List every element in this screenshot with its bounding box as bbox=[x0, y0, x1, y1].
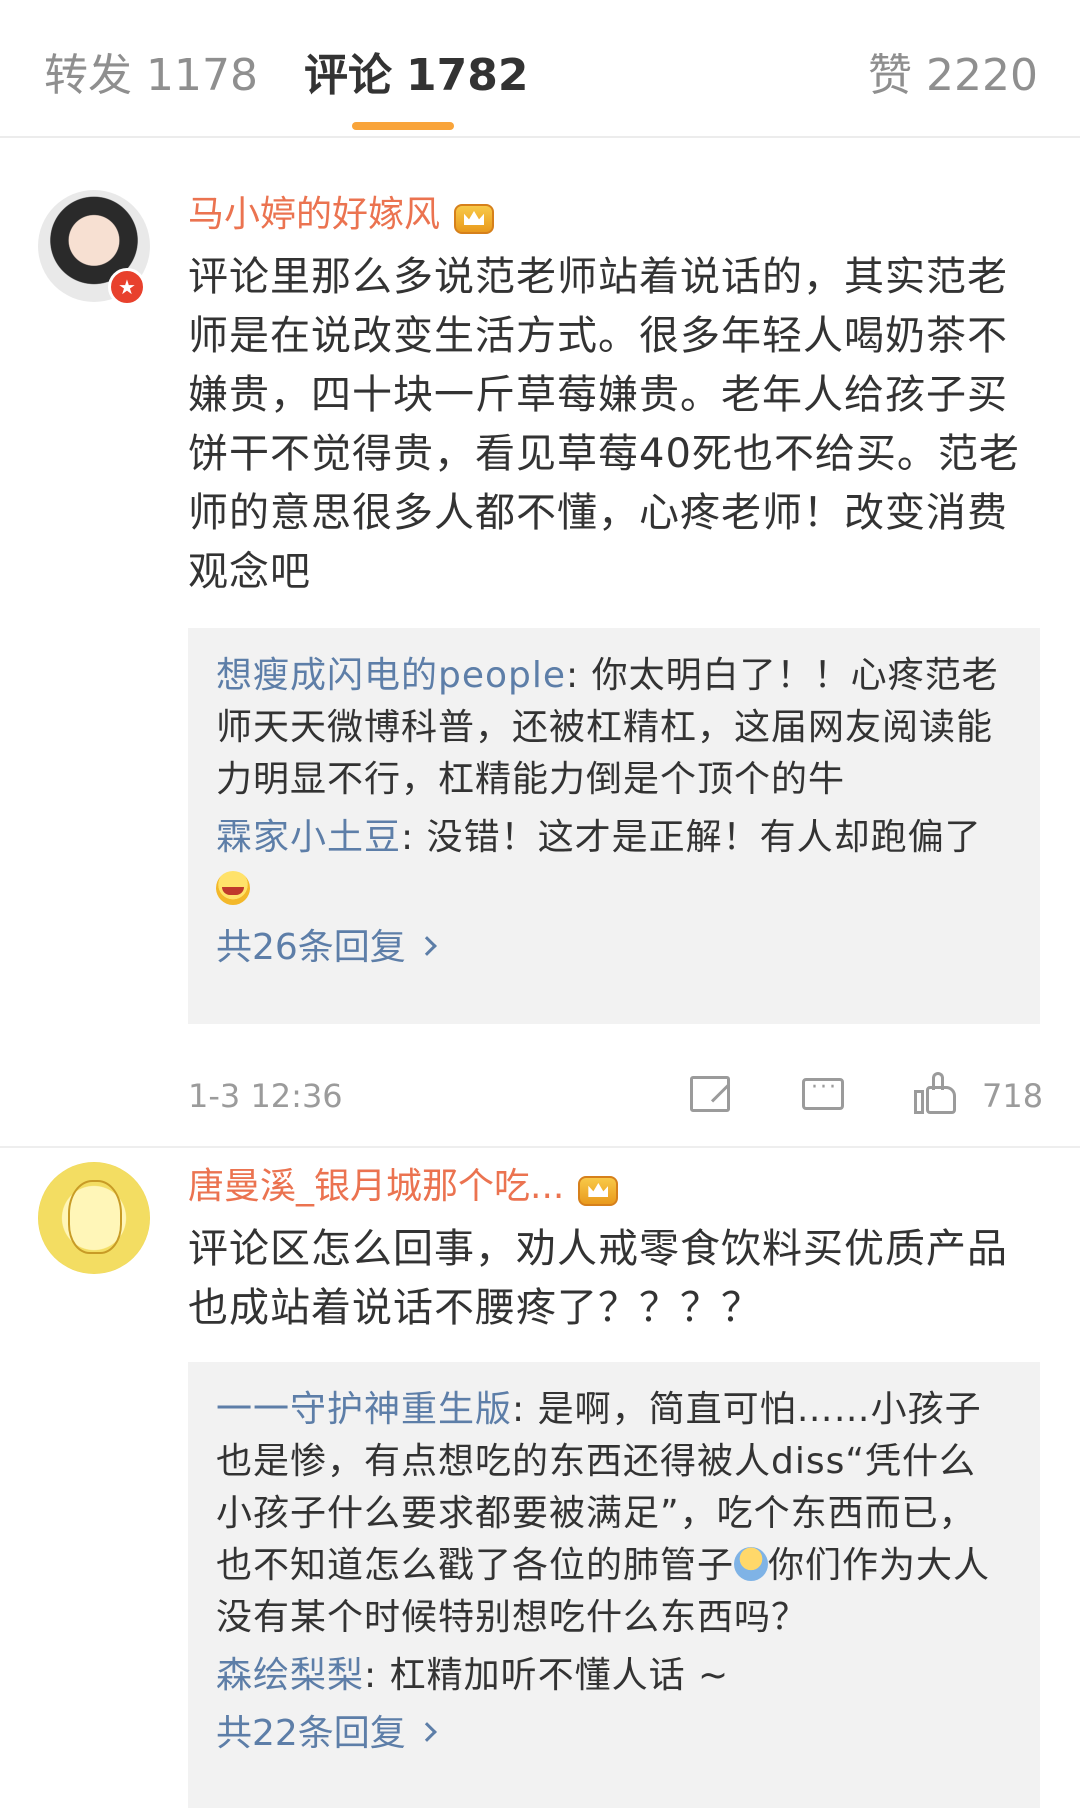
reply-item: 霖家小土豆: 没错！这才是正解！有人却跑偏了 bbox=[216, 812, 1012, 916]
comment-username[interactable]: 马小婷的好嫁风 bbox=[188, 190, 496, 240]
tab-reposts-count: 1178 bbox=[146, 50, 258, 101]
comment-tab-bar: 转发 1178 评论 1782 赞 2220 bbox=[0, 0, 1080, 138]
reply-author[interactable]: 霖家小土豆 bbox=[216, 817, 401, 858]
chevron-right-icon bbox=[416, 936, 437, 956]
tab-comments-label: 评论 bbox=[304, 50, 392, 101]
tab-likes-label: 赞 bbox=[868, 50, 913, 101]
more-replies-label: 共26条回复 bbox=[216, 927, 406, 968]
verified-badge-icon: ★ bbox=[108, 268, 146, 306]
tab-likes[interactable]: 赞 2220 bbox=[868, 46, 1038, 106]
comment-divider bbox=[0, 1146, 1080, 1148]
comment-timestamp: 1-3 12:36 bbox=[188, 1077, 343, 1115]
more-replies-label: 共22条回复 bbox=[216, 1713, 406, 1754]
more-replies-link[interactable]: 共22条回复 bbox=[216, 1708, 1012, 1760]
comment-item: ★ 马小婷的好嫁风 评论里那么多说范老师站着说话的，其实范老师是在说改变生活方式… bbox=[0, 188, 1080, 1148]
comment-username-text: 马小婷的好嫁风 bbox=[188, 194, 441, 235]
tab-comments-count: 1782 bbox=[406, 50, 529, 101]
laugh-cry-emoji-icon bbox=[216, 871, 250, 905]
crown-icon bbox=[576, 1168, 620, 1208]
comment-meta-bar: 1-3 12:36 718 bbox=[188, 1066, 1044, 1126]
comment-item: 唐曼溪_银月城那个吃... 评论区怎么回事，劝人戒零食饮料买优质产品也成站着说话… bbox=[0, 1160, 1080, 1808]
like-count: 718 bbox=[982, 1077, 1044, 1115]
reply-preview-box[interactable]: 想瘦成闪电的people: 你太明白了！！心疼范老师天天微博科普，还被杠精杠，这… bbox=[188, 628, 1040, 1024]
reply-item: 一一守护神重生版: 是啊，简直可怕……小孩子也是惨，有点想吃的东西还得被人dis… bbox=[216, 1384, 1012, 1644]
reply-text: : 杠精加听不懂人话 ~ bbox=[364, 1655, 730, 1696]
tab-comments[interactable]: 评论 1782 bbox=[304, 46, 528, 106]
tab-reposts-label: 转发 bbox=[44, 50, 132, 101]
comment-text: 评论里那么多说范老师站着说话的，其实范老师是在说改变生活方式。很多年轻人喝奶茶不… bbox=[188, 254, 1020, 595]
comment-username-text: 唐曼溪_银月城那个吃... bbox=[188, 1166, 565, 1207]
avatar[interactable] bbox=[38, 1162, 150, 1274]
more-replies-link[interactable]: 共26条回复 bbox=[216, 922, 1012, 974]
share-icon[interactable] bbox=[690, 1076, 730, 1112]
crown-icon bbox=[452, 196, 496, 236]
like-icon[interactable] bbox=[914, 1072, 958, 1116]
reply-author[interactable]: 一一守护神重生版 bbox=[216, 1389, 512, 1430]
chevron-right-icon bbox=[416, 1722, 437, 1742]
reply-text: : 没错！这才是正解！有人却跑偏了 bbox=[401, 817, 982, 858]
active-tab-indicator bbox=[352, 122, 454, 130]
comment-username[interactable]: 唐曼溪_银月城那个吃... bbox=[188, 1162, 620, 1212]
reply-preview-box[interactable]: 一一守护神重生版: 是啊，简直可怕……小孩子也是惨，有点想吃的东西还得被人dis… bbox=[188, 1362, 1040, 1808]
reply-author[interactable]: 森绘梨梨 bbox=[216, 1655, 364, 1696]
comment-icon[interactable] bbox=[802, 1075, 844, 1110]
reply-item: 想瘦成闪电的people: 你太明白了！！心疼范老师天天微博科普，还被杠精杠，这… bbox=[216, 650, 1012, 806]
shrug-emoji-icon bbox=[734, 1547, 769, 1581]
reply-author[interactable]: 想瘦成闪电的people bbox=[216, 655, 566, 696]
reply-item: 森绘梨梨: 杠精加听不懂人话 ~ bbox=[216, 1650, 1012, 1702]
tab-reposts[interactable]: 转发 1178 bbox=[44, 46, 258, 106]
tab-likes-count: 2220 bbox=[926, 50, 1038, 101]
comment-text: 评论区怎么回事，劝人戒零食饮料买优质产品也成站着说话不腰疼了？？？？ bbox=[188, 1226, 1008, 1331]
